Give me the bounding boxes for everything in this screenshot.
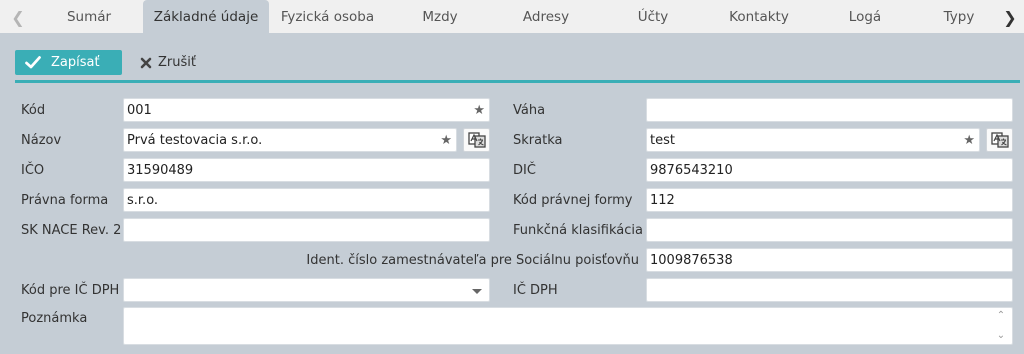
translate-icon bbox=[467, 132, 486, 148]
chevron-right-icon[interactable]: ❯ bbox=[998, 0, 1022, 34]
scroll-up-icon[interactable]: ⌃ bbox=[996, 311, 1006, 321]
star-icon[interactable]: ★ bbox=[440, 133, 452, 148]
scroll-down-icon[interactable]: ⌄ bbox=[996, 331, 1006, 341]
chevron-left-icon[interactable]: ❮ bbox=[6, 0, 30, 34]
dic-value: 9876543210 bbox=[650, 162, 733, 178]
skratka-value: test bbox=[650, 132, 675, 148]
vaha-field[interactable] bbox=[646, 98, 1013, 122]
toolbar: Zapísať Zrušiť bbox=[4, 34, 1020, 83]
kod-pravnej-formy-value: 112 bbox=[650, 192, 675, 208]
ident-cislo-label: Ident. číslo zamestnávateľa pre Sociálnu… bbox=[306, 252, 639, 268]
funkcna-klasifikacia-field[interactable] bbox=[646, 218, 1013, 242]
ic-dph-label: IČ DPH bbox=[513, 282, 558, 298]
ic-dph-field[interactable] bbox=[646, 278, 1013, 302]
pravna-forma-field[interactable]: s.r.o. bbox=[123, 188, 490, 212]
pravna-forma-label: Právna forma bbox=[21, 192, 109, 208]
tab-fyzicka-osoba[interactable]: Fyzická osoba bbox=[270, 0, 385, 34]
ident-cislo-field[interactable]: 1009876538 bbox=[646, 248, 1013, 272]
star-icon[interactable]: ★ bbox=[963, 133, 975, 148]
save-button[interactable]: Zapísať bbox=[15, 50, 122, 75]
pravna-forma-value: s.r.o. bbox=[127, 192, 159, 208]
cancel-button-label: Zrušiť bbox=[158, 55, 196, 70]
translate-button[interactable] bbox=[986, 128, 1013, 152]
check-icon bbox=[25, 56, 41, 69]
tab-zakladne-udaje[interactable]: Základné údaje bbox=[143, 0, 269, 34]
dic-field[interactable]: 9876543210 bbox=[646, 158, 1013, 182]
tab-kontakty[interactable]: Kontakty bbox=[708, 0, 810, 34]
star-icon[interactable]: ★ bbox=[473, 103, 485, 118]
tab-mzdy[interactable]: Mzdy bbox=[390, 0, 490, 34]
tab-loga[interactable]: Logá bbox=[815, 0, 915, 34]
skratka-field[interactable]: test ★ bbox=[646, 128, 980, 152]
nazov-value: Prvá testovacia s.r.o. bbox=[127, 132, 263, 148]
sk-nace-label: SK NACE Rev. 2 bbox=[21, 222, 122, 238]
kod-ic-dph-label: Kód pre IČ DPH bbox=[21, 282, 120, 298]
tab-bar: ❮ Sumár Základné údaje Fyzická osoba Mzd… bbox=[0, 0, 1024, 34]
nazov-field[interactable]: Prvá testovacia s.r.o. ★ bbox=[123, 128, 457, 152]
skratka-label: Skratka bbox=[513, 132, 563, 148]
ident-cislo-value: 1009876538 bbox=[650, 252, 733, 268]
translate-button[interactable] bbox=[463, 128, 490, 152]
toolbar-separator bbox=[15, 80, 1020, 83]
save-button-label: Zapísať bbox=[51, 55, 100, 70]
dic-label: DIČ bbox=[513, 162, 536, 178]
nazov-label: Názov bbox=[21, 132, 62, 148]
tab-ucty[interactable]: Účty bbox=[603, 0, 703, 34]
form-panel: Zapísať Zrušiť Kód 001 ★ Váha Názov Prvá… bbox=[4, 34, 1020, 354]
caret-down-icon bbox=[472, 289, 482, 294]
funkcna-klasifikacia-label: Funkčná klasifikácia bbox=[513, 222, 643, 238]
close-icon bbox=[140, 57, 152, 68]
tab-adresy[interactable]: Adresy bbox=[495, 0, 597, 34]
sk-nace-field[interactable] bbox=[123, 218, 490, 242]
cancel-button[interactable]: Zrušiť bbox=[140, 50, 196, 75]
kod-label: Kód bbox=[21, 102, 46, 118]
vaha-label: Váha bbox=[513, 102, 546, 118]
poznamka-label: Poznámka bbox=[21, 310, 88, 326]
ico-value: 31590489 bbox=[127, 162, 194, 178]
translate-icon bbox=[990, 132, 1009, 148]
kod-value: 001 bbox=[127, 102, 152, 118]
kod-pravnej-formy-label: Kód právnej formy bbox=[513, 192, 633, 208]
kod-pravnej-formy-field[interactable]: 112 bbox=[646, 188, 1013, 212]
kod-field[interactable]: 001 ★ bbox=[123, 98, 490, 122]
poznamka-textarea[interactable]: ⌃ ⌄ bbox=[123, 307, 1013, 345]
ico-label: IČO bbox=[21, 162, 45, 178]
ico-field[interactable]: 31590489 bbox=[123, 158, 490, 182]
kod-ic-dph-select[interactable] bbox=[123, 278, 490, 302]
tab-sumar[interactable]: Sumár bbox=[40, 0, 138, 34]
